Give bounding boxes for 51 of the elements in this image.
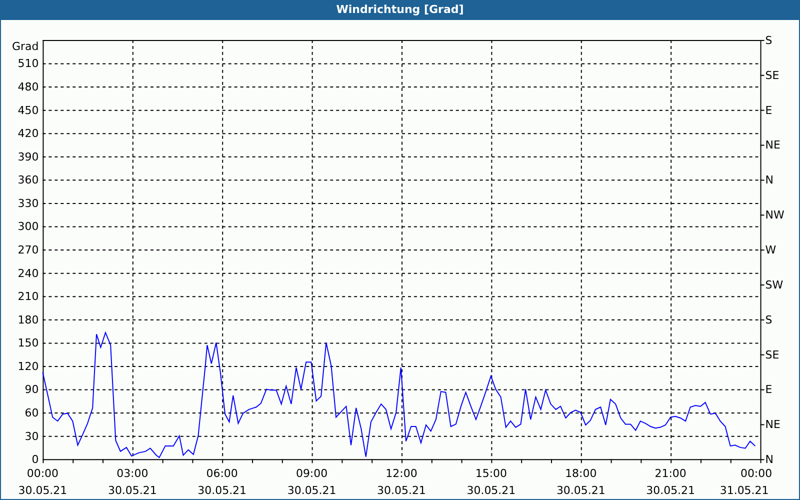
- direction-label: SE: [765, 68, 780, 82]
- y-tick-label: 450: [18, 104, 39, 117]
- time-label: 00:00: [26, 467, 59, 480]
- direction-label: S: [765, 34, 772, 47]
- time-label: 03:00: [116, 467, 148, 480]
- time-label: 00:00: [740, 467, 772, 480]
- direction-label: NW: [765, 208, 784, 222]
- date-label: 30.05.21: [646, 484, 696, 497]
- y-tick-label: 420: [18, 127, 39, 140]
- direction-label: SW: [765, 278, 784, 292]
- y-tick-label: 210: [18, 290, 39, 304]
- date-label: 30.05.21: [377, 484, 426, 497]
- time-label: 12:00: [386, 467, 418, 480]
- y-tick-label: 0: [32, 453, 39, 466]
- time-label: 06:00: [206, 467, 238, 480]
- time-label: 15:00: [475, 467, 507, 480]
- y-tick-label: 300: [18, 220, 39, 234]
- window-title: Windrichtung [Grad]: [1, 0, 799, 20]
- y-tick-label: 360: [18, 174, 39, 187]
- y-tick-label: 270: [18, 244, 39, 256]
- y-tick-label: 330: [18, 196, 39, 210]
- y-tick-label: 390: [18, 150, 39, 164]
- direction-label: N: [765, 453, 774, 466]
- y-tick-label: 510: [18, 57, 39, 70]
- y-tick-label: 30: [24, 430, 39, 443]
- y-tick-label: 150: [18, 336, 39, 350]
- date-label: 31.05.21: [720, 484, 769, 497]
- y-tick-label: 120: [18, 360, 39, 373]
- direction-label: N: [765, 174, 774, 187]
- time-label: 09:00: [296, 467, 328, 480]
- date-label: 30.05.21: [466, 484, 516, 497]
- direction-label: E: [765, 104, 772, 117]
- y-tick-label: 240: [18, 266, 39, 280]
- date-label: 30.05.21: [198, 484, 247, 497]
- y-tick-label: 180: [18, 313, 39, 326]
- date-label: 30.05.21: [556, 484, 606, 497]
- direction-label: W: [765, 244, 776, 256]
- y-tick-label: 90: [24, 383, 39, 396]
- direction-label: E: [765, 383, 772, 396]
- direction-label: SE: [765, 348, 780, 362]
- time-label: 18:00: [565, 467, 597, 480]
- y-tick-label: 480: [18, 80, 39, 94]
- date-label: 30.05.21: [18, 484, 68, 497]
- time-label: 21:00: [654, 467, 686, 480]
- y-tick-label: 60: [24, 406, 39, 420]
- y-axis-title: Grad: [12, 40, 39, 53]
- direction-label: NE: [765, 418, 780, 432]
- date-label: 30.05.21: [108, 484, 157, 497]
- direction-label: S: [765, 313, 772, 326]
- direction-label: NE: [765, 138, 780, 152]
- date-label: 30.05.21: [287, 484, 336, 497]
